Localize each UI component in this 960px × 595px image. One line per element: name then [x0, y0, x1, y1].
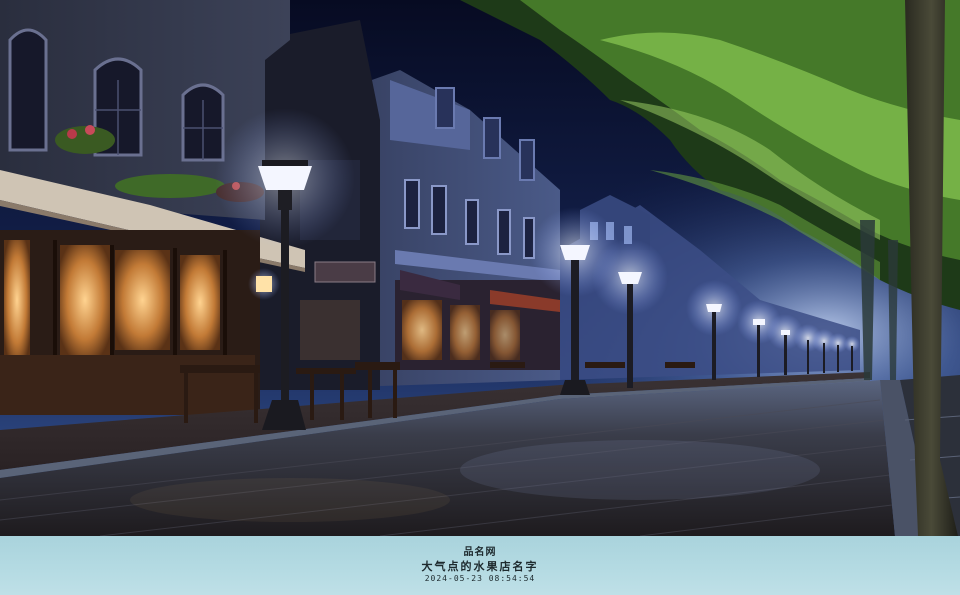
caption-brand: 品名网	[463, 547, 497, 559]
caption-strip: 品名网 大气点的水果店名字 2024-05-23 08:54:54	[0, 536, 960, 595]
street-scene	[0, 0, 960, 536]
street-photo	[0, 0, 960, 536]
caption-title: 大气点的水果店名字	[421, 559, 539, 573]
page: 品名网 大气点的水果店名字 2024-05-23 08:54:54	[0, 0, 960, 595]
caption-timestamp: 2024-05-23 08:54:54	[424, 573, 536, 583]
